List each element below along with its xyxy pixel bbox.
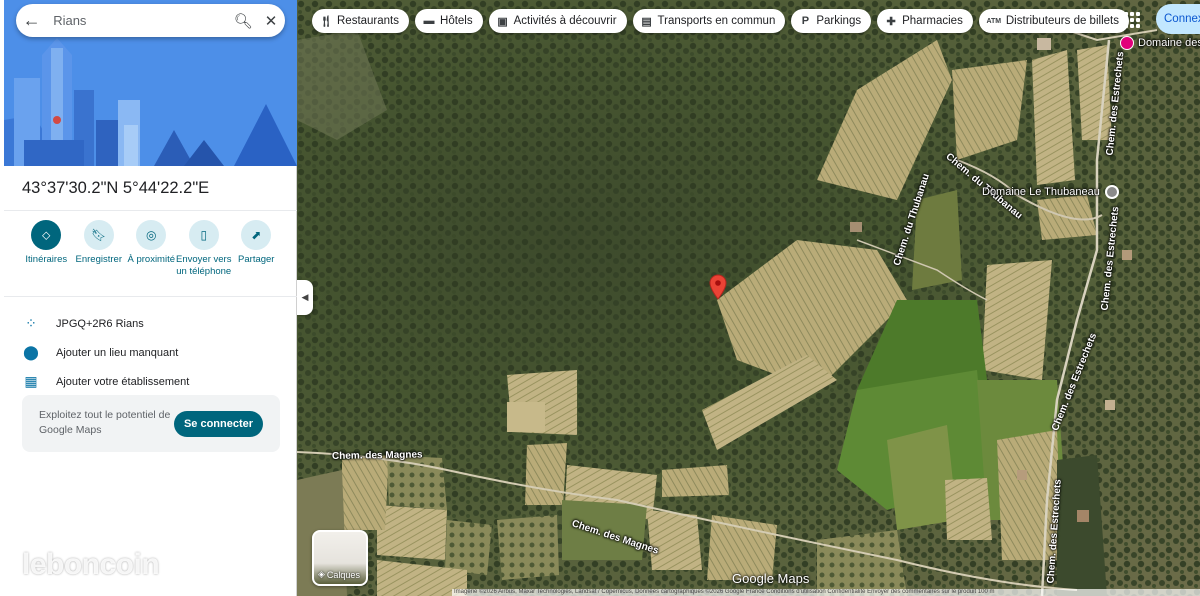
add-business-row[interactable]: ▦ Ajouter votre établissement [22,373,189,390]
directions-icon: ⬦ [31,220,62,250]
pharmacy-icon: ✚ [886,15,896,28]
place-label-domaine-thubaneau[interactable]: Domaine Le Thubaneau [982,185,1119,199]
search-input[interactable] [47,13,230,28]
chip-activities[interactable]: ▣ Activités à découvrir [488,9,627,33]
parking-icon: P [801,15,810,27]
satellite-imagery [297,0,1200,596]
satellite-map[interactable]: Chem. du Thubanau Chem. du Thubanau Chem… [297,0,1200,596]
layers-icon: ◈ [318,569,325,579]
fork-knife-icon: 🍴︎ [319,15,333,28]
divider [4,210,297,211]
place-dot-icon [1104,185,1119,199]
bus-icon: ▤ [641,15,652,28]
collapse-panel-button[interactable]: ◀ [297,280,313,315]
promo-text: Exploitez tout le potentiel de Google Ma… [39,409,171,436]
chip-parking[interactable]: P Parkings [791,9,872,33]
chip-atm[interactable]: ATM Distributeurs de billets [978,9,1129,33]
add-location-icon: ⬤ [23,344,39,360]
plus-code-row[interactable]: ⁘ JPGQ+2R6 Rians [22,315,144,332]
place-panel: ← 🔍︎ ✕ 43°37'30.2"N 5°44'22.2"E ⬦ Itinér… [0,0,297,596]
chip-transit[interactable]: ▤ Transports en commun [632,9,786,33]
sign-in-promo: Exploitez tout le potentiel de Google Ma… [22,395,280,452]
layers-button[interactable]: ◈ Calques [312,530,368,586]
place-coordinates: 43°37'30.2"N 5°44'22.2"E [22,179,210,197]
share-icon: ⬈ [241,220,272,250]
sign-in-button[interactable]: Connexion [1156,4,1200,34]
add-missing-place-row[interactable]: ⬤ Ajouter un lieu manquant [22,344,178,361]
map-attribution: Imagerie ©2026 Airbus, Maxar Technologie… [452,589,1200,596]
search-box: ← 🔍︎ ✕ [16,4,285,37]
send-to-phone-button[interactable]: ▯ Envoyer vers un téléphone [176,220,231,277]
plus-code-icon: ⁘ [25,315,37,331]
share-button[interactable]: ⬈ Partager [230,220,283,277]
bookmark-icon: 🔖︎ [83,220,114,250]
chip-restaurants[interactable]: 🍴︎ Restaurants [312,9,410,33]
add-business-icon: ▦ [24,373,38,389]
chevron-left-icon: ◀ [301,292,309,302]
send-to-phone-icon: ▯ [188,220,219,250]
atm-icon: ATM [986,17,1002,25]
close-icon[interactable]: ✕ [257,12,285,30]
chip-pharmacies[interactable]: ✚ Pharmacies [877,9,973,33]
leboncoin-watermark: leboncoin [22,548,160,581]
nearby-button[interactable]: ◎ À proximité [125,220,178,277]
arrow-left-icon[interactable]: ← [16,10,47,31]
action-bar: ⬦ Itinéraires 🔖︎ Enregistrer ◎ À proximi… [20,220,290,277]
category-chips: 🍴︎ Restaurants ▬ Hôtels ▣ Activités à décou… [312,9,1129,33]
search-icon[interactable]: 🔍︎ [229,12,257,30]
save-button[interactable]: 🔖︎ Enregistrer [73,220,126,277]
directions-button[interactable]: ⬦ Itinéraires [20,220,73,277]
google-maps-logo: Google Maps [732,571,810,586]
bed-icon: ▬ [423,15,435,27]
road-label: Chem. des Magnes [331,449,423,462]
divider [4,296,297,297]
place-label-domaine-estrechets[interactable]: Domaine des Estrechets [1120,36,1200,50]
sign-in-promo-button[interactable]: Se connecter [174,411,263,437]
location-pin-icon[interactable] [709,274,727,300]
apps-grid-icon[interactable] [1120,8,1144,32]
chip-hotels[interactable]: ▬ Hôtels [415,9,483,33]
nearby-icon: ◎ [136,220,167,250]
camera-icon: ▣ [497,15,508,28]
wine-icon [1120,36,1134,50]
